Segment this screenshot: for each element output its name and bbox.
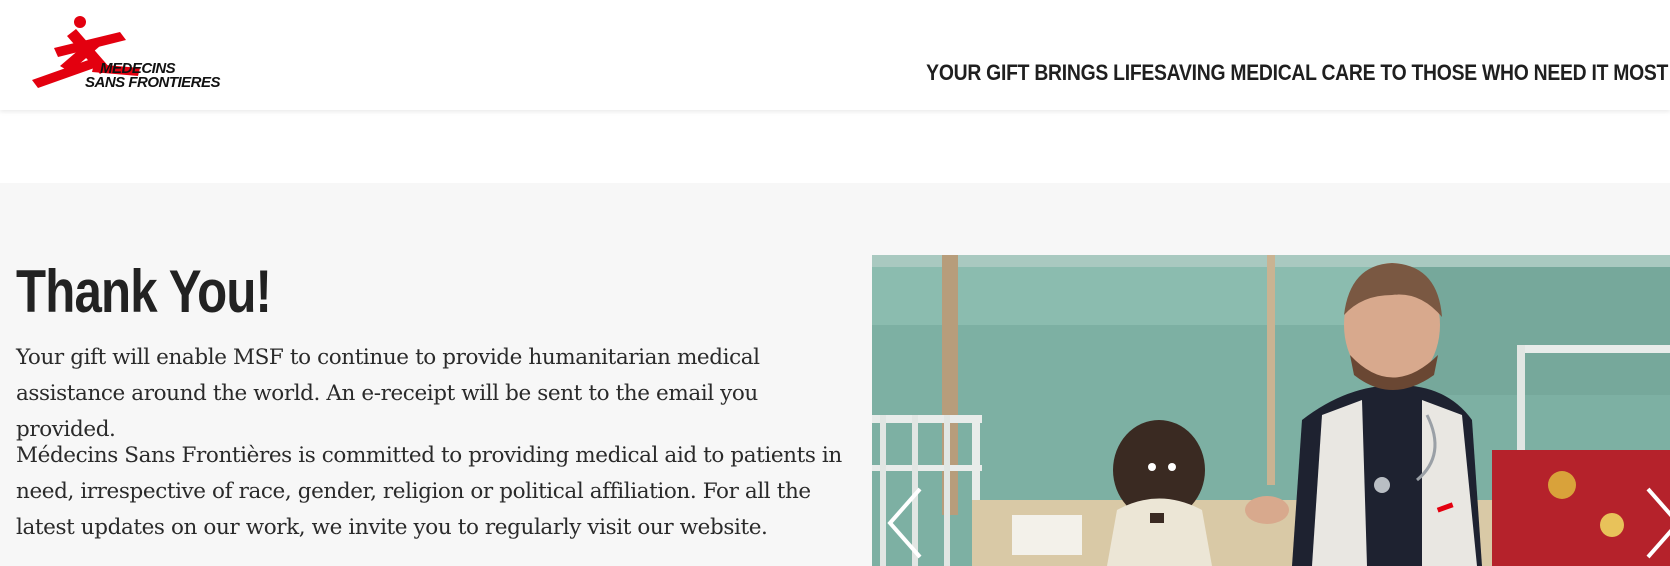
- page-title: Thank You!: [16, 258, 272, 325]
- mission-paragraph: Médecins Sans Frontières is committed to…: [16, 443, 842, 540]
- site-header: MEDECINS SANS FRONTIERES YOUR GIFT BRING…: [0, 0, 1670, 110]
- carousel-photo: [872, 255, 1670, 566]
- msf-logo[interactable]: MEDECINS SANS FRONTIERES: [30, 8, 230, 98]
- chevron-left-icon: [887, 487, 922, 559]
- logo-line-2: SANS FRONTIERES: [85, 74, 221, 91]
- image-carousel[interactable]: [872, 255, 1670, 566]
- gift-message-paragraph: Your gift will enable MSF to continue to…: [16, 345, 760, 442]
- header-tagline: YOUR GIFT BRINGS LIFESAVING MEDICAL CARE…: [926, 60, 1668, 85]
- carousel-prev-button[interactable]: [884, 485, 928, 561]
- thank-you-section: Thank You! Your gift will enable MSF to …: [0, 183, 1670, 566]
- carousel-next-button[interactable]: [1640, 485, 1670, 561]
- chevron-right-icon: [1646, 487, 1670, 559]
